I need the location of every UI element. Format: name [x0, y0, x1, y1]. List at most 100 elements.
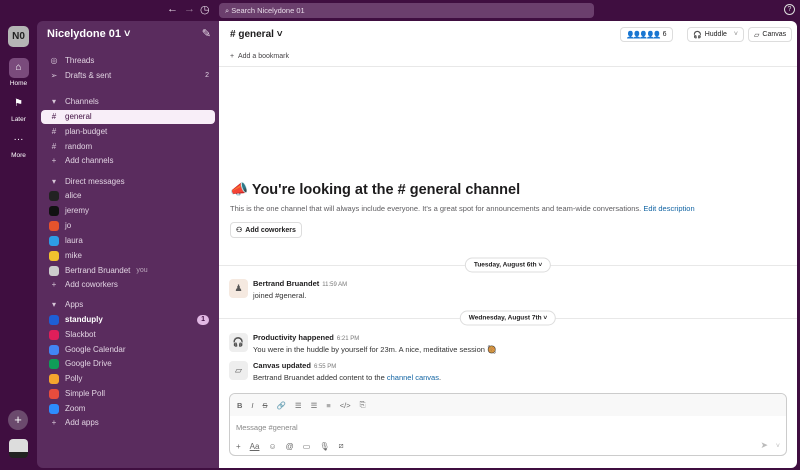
dm-jeremy[interactable]: jeremy — [41, 204, 215, 218]
polly-icon — [49, 374, 59, 384]
message-composer: B I S 🔗 ☰ ☰ ≡ </> ⎘ Message #general + Aa ☺ @ ▭ 🎙 ⧄ ➤ … — [229, 393, 787, 456]
google-calendar-icon — [49, 345, 59, 355]
timestamp[interactable]: 11:59 AM — [322, 282, 347, 288]
sidebar-item-threads[interactable]: ◎ Threads — [41, 54, 215, 68]
sender-name[interactable]: Canvas updated — [253, 361, 311, 370]
app-simple-poll[interactable]: Simple Poll — [41, 387, 215, 401]
add-apps-button[interactable]: + Add apps — [41, 416, 215, 430]
dm-mike[interactable]: mike — [41, 249, 215, 263]
add-coworkers-button[interactable]: + Add coworkers — [41, 278, 215, 292]
timestamp[interactable]: 6:55 PM — [314, 364, 336, 370]
title-text: channel — [461, 182, 521, 198]
sidebar-item-general[interactable]: # general — [41, 110, 215, 124]
dm-laura[interactable]: laura — [41, 234, 215, 248]
link-icon[interactable]: 🔗 — [277, 401, 286, 410]
back-button[interactable]: ← — [167, 3, 178, 15]
date-divider[interactable]: Tuesday, August 6th ˅ — [464, 257, 552, 273]
add-channels-button[interactable]: + Add channels — [41, 154, 215, 168]
canvas-button[interactable]: ▱ Canvas — [748, 27, 793, 42]
label: alice — [65, 191, 82, 200]
caret-down-icon: ▾ — [51, 177, 56, 186]
blockquote-icon[interactable]: ≡ — [326, 401, 330, 410]
add-coworkers-button[interactable]: ⚇ Add coworkers — [230, 222, 302, 238]
avatar — [49, 206, 59, 216]
code-block-icon[interactable]: ⎘ — [360, 400, 366, 410]
bullet-list-icon[interactable]: ☰ — [311, 401, 318, 410]
plus-icon: + — [51, 280, 57, 289]
headphones-icon: 🎧 — [693, 31, 702, 39]
home-icon: ⌂ — [8, 58, 29, 78]
slash-command-icon[interactable]: ⧄ — [338, 441, 343, 451]
channel-canvas-link[interactable]: channel canvas — [387, 373, 439, 382]
date-divider[interactable]: Wednesday, August 7th ˅ — [459, 310, 557, 326]
sidebar-item-plan-budget[interactable]: # plan-budget — [41, 125, 215, 139]
workspace-switcher[interactable]: N0 — [8, 26, 29, 47]
label: Add coworkers — [65, 280, 118, 289]
label: Simple Poll — [65, 389, 106, 398]
ordered-list-icon[interactable]: ☰ — [295, 401, 302, 410]
channel-title[interactable]: # general ˅ — [230, 29, 283, 40]
search-input[interactable]: ⌕ Search Nicelydone 01 — [219, 3, 594, 18]
app-google-calendar[interactable]: Google Calendar — [41, 343, 215, 357]
chevron-down-icon[interactable]: ˅ — [734, 31, 738, 38]
huddle-button[interactable]: 🎧 Huddle ˅ — [687, 27, 744, 42]
sender-name[interactable]: Bertrand Bruandet — [253, 279, 319, 288]
app-zoom[interactable]: Zoom — [41, 402, 215, 416]
strikethrough-icon[interactable]: S — [263, 401, 268, 410]
chevron-down-icon[interactable]: ˅ — [776, 443, 780, 450]
rail-more[interactable]: ··· More — [0, 130, 37, 159]
hash-icon: # — [51, 127, 57, 136]
channel-intro: 📣 You're looking at the # general channe… — [230, 181, 695, 238]
text-format-icon[interactable]: Aa — [250, 442, 260, 451]
italic-icon[interactable]: I — [251, 401, 253, 410]
plus-icon[interactable]: + — [236, 442, 241, 451]
dm-section-header[interactable]: ▾ Direct messages — [41, 175, 215, 189]
add-workspace-button[interactable]: + — [8, 410, 28, 430]
avatar — [49, 191, 59, 201]
label: Google Calendar — [65, 345, 126, 354]
message-input[interactable]: Message #general — [230, 416, 786, 439]
rail-home[interactable]: ⌂ Home — [0, 58, 37, 87]
top-bar: ← → ◷ ⌕ Search Nicelydone 01 ? — [0, 0, 800, 21]
text: Bertrand Bruandet added content to the — [253, 373, 387, 382]
canvas-icon: ▱ — [229, 361, 248, 380]
compose-icon[interactable]: ✎ — [202, 27, 211, 40]
add-bookmark-button[interactable]: + Add a bookmark — [230, 53, 289, 60]
channels-section-header[interactable]: ▾ Channels — [41, 95, 215, 109]
message-text: Bertrand Bruandet added content to the c… — [253, 373, 441, 382]
bold-icon[interactable]: B — [237, 401, 242, 410]
caret-down-icon: ▾ — [51, 300, 56, 309]
rail-later[interactable]: ⚑ Later — [0, 94, 37, 123]
message: ♟ Bertrand Bruandet 11:59 AM joined #genera… — [229, 279, 347, 300]
apps-section-header[interactable]: ▾ Apps — [41, 298, 215, 312]
app-polly[interactable]: Polly — [41, 372, 215, 386]
app-slackbot[interactable]: Slackbot — [41, 328, 215, 342]
mention-icon[interactable]: @ — [286, 442, 294, 451]
label: mike — [65, 251, 82, 260]
workspace-name[interactable]: Nicelydone 01 ˅ — [47, 28, 130, 40]
forward-button[interactable]: → — [184, 3, 195, 15]
history-icon[interactable]: ◷ — [200, 3, 210, 16]
label: random — [65, 142, 93, 151]
text: . — [438, 373, 442, 382]
sidebar-item-random[interactable]: # random — [41, 140, 215, 154]
send-icon[interactable]: ➤ — [760, 440, 768, 451]
app-standuply[interactable]: standuply 1 — [41, 313, 215, 327]
app-google-drive[interactable]: Google Drive — [41, 357, 215, 371]
dm-bertrand[interactable]: Bertrand Bruandet you — [41, 264, 215, 278]
dm-jo[interactable]: jo — [41, 219, 215, 233]
sender-name[interactable]: Productivity happened — [253, 333, 334, 342]
members-button[interactable]: 👤👤👤👤👤 6 — [620, 27, 673, 42]
edit-description-link[interactable]: Edit description — [643, 204, 694, 213]
sidebar-item-drafts[interactable]: ➢ Drafts & sent 2 — [41, 69, 215, 83]
user-avatar[interactable] — [9, 439, 28, 458]
timestamp[interactable]: 6:21 PM — [337, 336, 359, 342]
label: Add coworkers — [245, 226, 296, 234]
microphone-icon[interactable]: 🎙 — [319, 442, 329, 451]
code-icon[interactable]: </> — [340, 401, 351, 410]
dm-alice[interactable]: alice — [41, 189, 215, 203]
member-avatars-icon: 👤👤👤👤👤 — [626, 31, 662, 39]
help-icon[interactable]: ? — [784, 4, 795, 15]
emoji-icon[interactable]: ☺ — [268, 442, 276, 451]
video-icon[interactable]: ▭ — [303, 442, 311, 451]
